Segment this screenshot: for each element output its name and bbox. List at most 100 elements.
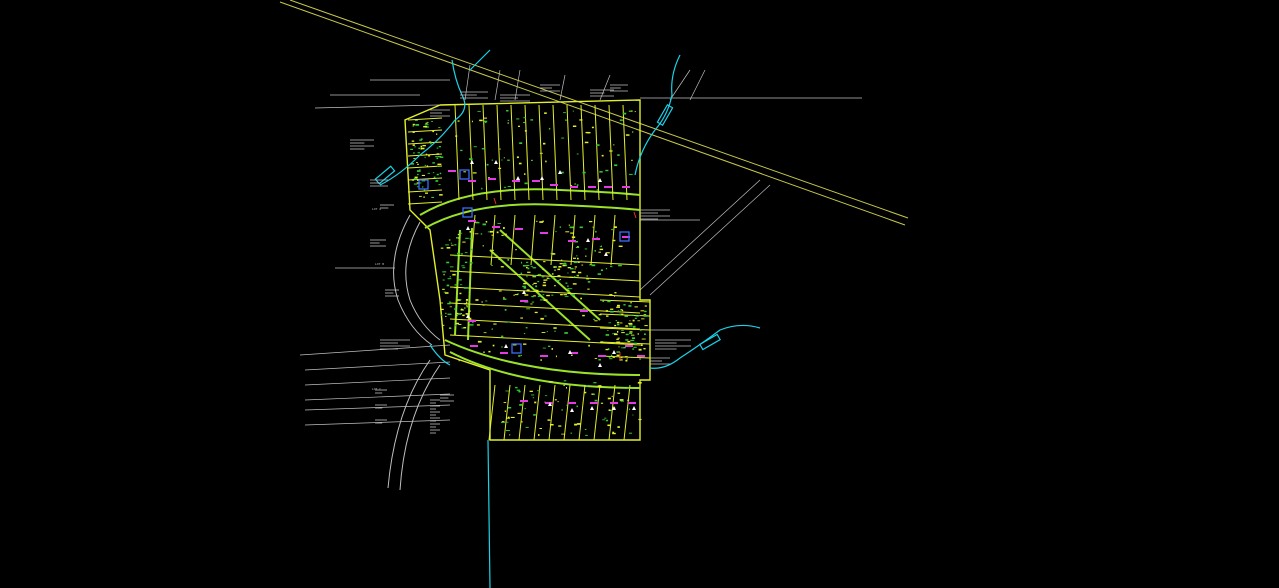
vegetation-mark: [616, 338, 619, 340]
vegetation-mark: [449, 306, 452, 308]
vegetation-mark: [543, 279, 547, 281]
vegetation-mark: [614, 333, 618, 336]
vegetation-mark: [572, 283, 577, 285]
vegetation-mark: [643, 348, 646, 350]
vegetation-mark: [518, 355, 521, 357]
lot-line: [407, 117, 443, 121]
vegetation-mark: [501, 159, 503, 161]
lot-line: [538, 104, 544, 201]
vegetation-mark: [628, 173, 633, 175]
vegetation-mark: [507, 259, 510, 261]
vegetation-mark: [554, 399, 557, 401]
vegetation-mark: [507, 321, 510, 323]
vegetation-mark: [607, 424, 611, 427]
lot-line: [593, 384, 601, 441]
vegetation-mark: [540, 317, 544, 320]
vegetation-mark: [592, 226, 595, 228]
vegetation-mark: [462, 241, 466, 243]
lot-area-label: [637, 355, 645, 357]
vegetation-mark: [561, 433, 566, 435]
vegetation-mark: [564, 332, 568, 334]
vegetation-mark: [447, 302, 451, 305]
vegetation-mark: [425, 153, 428, 156]
vegetation-mark: [610, 310, 614, 313]
vegetation-mark: [518, 162, 522, 165]
vegetation-mark: [619, 322, 623, 324]
vegetation-mark: [627, 340, 631, 343]
vegetation-mark: [628, 305, 632, 307]
vegetation-mark: [641, 338, 646, 340]
vegetation-mark: [577, 257, 579, 260]
vegetation-mark: [415, 124, 420, 126]
vegetation-mark: [521, 261, 523, 264]
vegetation-mark: [531, 301, 535, 303]
vegetation-mark: [610, 308, 614, 310]
vegetation-mark: [638, 348, 642, 351]
vegetation-mark: [500, 266, 504, 268]
vegetation-mark: [618, 245, 623, 247]
vegetation-mark: [546, 331, 548, 333]
vegetation-mark: [598, 314, 602, 316]
vegetation-mark: [438, 127, 441, 128]
vegetation-mark: [447, 278, 452, 280]
vegetation-mark: [626, 358, 628, 360]
vegetation-mark: [501, 335, 504, 338]
vegetation-mark: [621, 347, 625, 349]
lot-area-label: [470, 345, 478, 347]
vegetation-mark: [632, 414, 634, 416]
vegetation-mark: [469, 238, 472, 240]
vegetation-mark: [516, 156, 519, 159]
vegetation-mark: [526, 261, 529, 263]
vegetation-mark: [496, 231, 499, 234]
vegetation-mark: [564, 295, 569, 297]
vegetation-mark: [522, 285, 526, 288]
vegetation-mark: [601, 154, 604, 157]
house-marker: [466, 226, 470, 230]
site-plan-drawing[interactable]: LOT A LOT B LOT C: [0, 0, 1279, 588]
vegetation-mark: [542, 284, 547, 287]
lot-line: [580, 104, 586, 201]
vegetation-mark: [568, 324, 570, 326]
vegetation-mark: [600, 269, 603, 271]
vegetation-mark: [532, 284, 534, 286]
house-marker: [504, 344, 508, 348]
vegetation-mark: [573, 257, 576, 259]
cad-model-space[interactable]: LOT A LOT B LOT C: [0, 0, 1279, 588]
vegetation-mark: [620, 123, 623, 125]
vegetation-mark: [628, 323, 633, 325]
vegetation-mark: [457, 120, 460, 122]
vegetation-mark: [493, 323, 497, 325]
vegetation-mark: [530, 265, 533, 267]
lot-area-label: [604, 186, 612, 188]
vegetation-mark: [464, 307, 466, 309]
vegetation-mark: [572, 110, 574, 112]
vegetation-mark: [456, 322, 459, 325]
vegetation-mark: [619, 119, 623, 121]
vegetation-mark: [431, 196, 435, 198]
vegetation-mark: [605, 268, 608, 270]
vegetation-mark: [639, 329, 642, 331]
vegetation-mark: [576, 153, 579, 155]
vegetation-mark: [542, 220, 544, 223]
vegetation-mark: [614, 164, 618, 167]
vegetation-mark: [442, 271, 447, 273]
vegetation-mark: [557, 275, 561, 277]
vegetation-mark: [524, 408, 527, 409]
vegetation-mark: [555, 355, 557, 358]
vegetation-mark: [520, 317, 523, 319]
vegetation-mark: [599, 248, 604, 251]
vegetation-mark: [630, 301, 632, 304]
vegetation-mark: [607, 397, 611, 400]
vegetation-mark: [578, 271, 582, 274]
vegetation-mark: [436, 165, 439, 167]
vegetation-mark: [605, 348, 609, 351]
vegetation-mark: [482, 223, 487, 226]
lot-line: [449, 286, 641, 298]
vegetation-mark: [452, 273, 456, 276]
vegetation-mark: [577, 262, 580, 263]
vegetation-mark: [629, 331, 633, 333]
vegetation-mark: [617, 304, 620, 307]
vegetation-mark: [629, 325, 633, 327]
vegetation-mark: [637, 333, 639, 335]
vegetation-mark: [491, 234, 494, 236]
